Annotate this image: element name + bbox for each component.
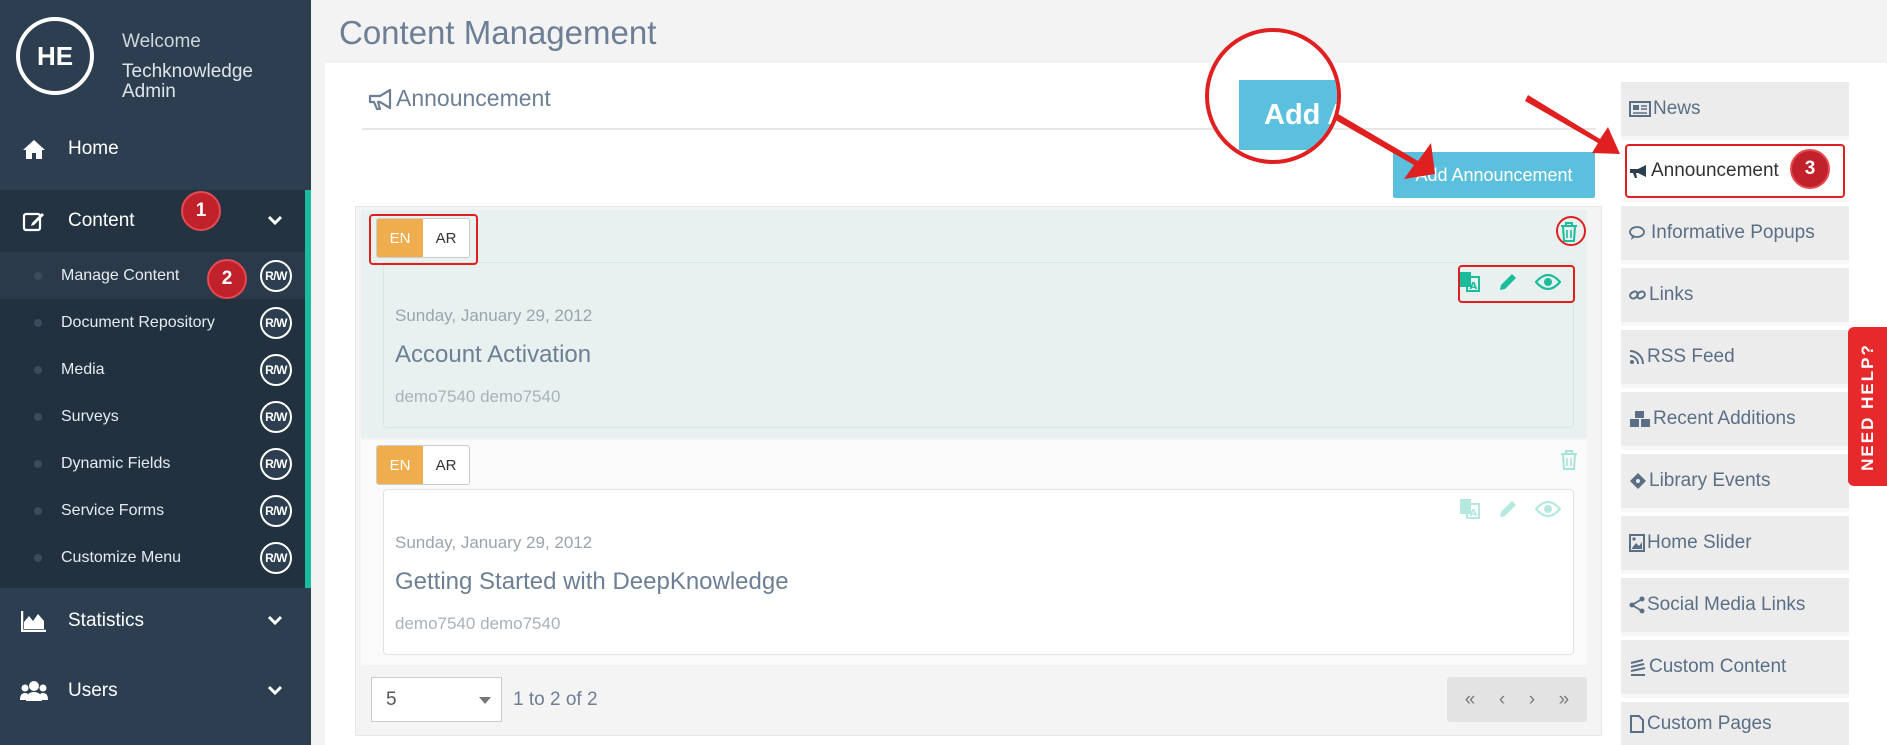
zoomed-add-button: Add A <box>1239 80 1337 150</box>
annotation-arrows <box>1325 95 1620 179</box>
zoom-callout: Add A <box>1205 28 1341 164</box>
